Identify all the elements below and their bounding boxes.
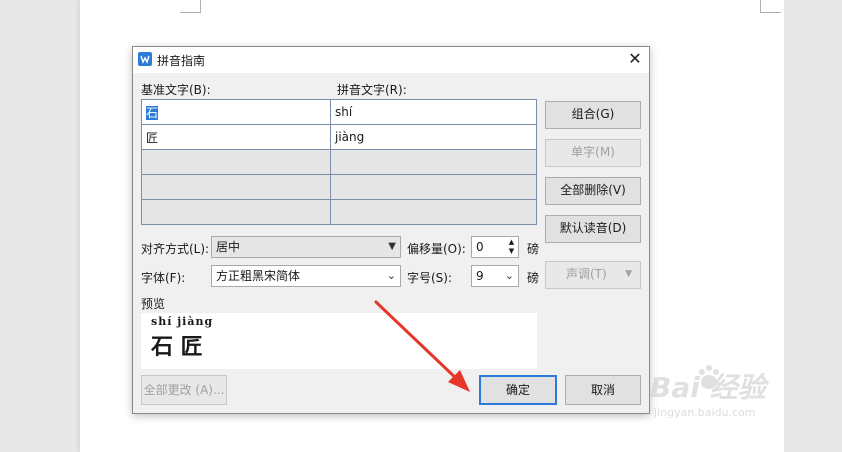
- size-value: 9: [476, 269, 484, 283]
- chevron-down-icon: ⌄: [386, 269, 396, 282]
- watermark-url: jingyan.baidu.com: [654, 406, 756, 419]
- base-text-label: 基准文字(B):: [141, 83, 211, 97]
- font-select[interactable]: 方正粗黑宋简体 ⌄: [211, 265, 401, 287]
- table-row: [141, 149, 537, 175]
- alignment-label: 对齐方式(L):: [141, 242, 210, 256]
- baidu-watermark: Bai 经验 jingyan.baidu.com: [650, 358, 800, 438]
- base-cell: [141, 174, 331, 200]
- table-row: [141, 174, 537, 200]
- base-cell: [141, 199, 331, 225]
- offset-value: 0: [476, 240, 484, 254]
- base-cell[interactable]: 石: [141, 99, 331, 125]
- default-reading-button[interactable]: 默认读音(D): [545, 215, 641, 243]
- group-button[interactable]: 组合(G): [545, 101, 641, 129]
- preview-base: 石 匠: [151, 335, 203, 360]
- offset-stepper[interactable]: 0 ▲ ▼: [471, 236, 519, 258]
- dialog-title: 拼音指南: [157, 54, 206, 68]
- base-cell: [141, 149, 331, 175]
- clear-all-button[interactable]: 全部删除(V): [545, 177, 641, 205]
- crop-mark-right: [760, 0, 781, 13]
- ruby-text-label: 拼音文字(R):: [337, 83, 407, 97]
- wps-logo-icon: [138, 52, 152, 66]
- preview-label: 预览: [141, 297, 166, 311]
- offset-label: 偏移量(O):: [407, 242, 466, 256]
- size-label: 字号(S):: [407, 271, 453, 285]
- tone-button-label: 声调(T): [566, 267, 607, 281]
- chevron-down-icon: ▼: [625, 269, 632, 279]
- preview-ruby: shí jiàng: [151, 315, 214, 328]
- ruby-cell: [330, 174, 537, 200]
- ok-button[interactable]: 确定: [479, 375, 557, 405]
- text-grid: 石 shí 匠 jiàng: [141, 99, 537, 225]
- ruby-cell[interactable]: shí: [330, 99, 537, 125]
- cancel-button[interactable]: 取消: [565, 375, 641, 405]
- tone-button[interactable]: 声调(T) ▼: [545, 261, 641, 289]
- offset-unit: 磅: [527, 242, 540, 256]
- table-row: 石 shí: [141, 99, 537, 125]
- crop-mark-left: [180, 0, 201, 13]
- base-cell[interactable]: 匠: [141, 124, 331, 150]
- mono-button[interactable]: 单字(M): [545, 139, 641, 167]
- alignment-value: 居中: [216, 240, 241, 254]
- ruby-cell: [330, 149, 537, 175]
- apply-all-button[interactable]: 全部更改 (A)...: [141, 375, 227, 405]
- ruby-cell[interactable]: jiàng: [330, 124, 537, 150]
- annotation-arrow: [374, 300, 470, 392]
- table-row: 匠 jiàng: [141, 124, 537, 150]
- size-select[interactable]: 9 ⌄: [471, 265, 519, 287]
- spinner-icon[interactable]: ▲ ▼: [506, 238, 517, 256]
- close-icon[interactable]: ✕: [625, 51, 645, 71]
- font-value: 方正粗黑宋简体: [216, 269, 301, 283]
- chevron-down-icon: ▼: [388, 241, 396, 252]
- ruby-cell: [330, 199, 537, 225]
- size-unit: 磅: [527, 271, 540, 285]
- alignment-select[interactable]: 居中 ▼: [211, 236, 401, 258]
- font-label: 字体(F):: [141, 271, 186, 285]
- table-row: [141, 199, 537, 225]
- title-bar: 拼音指南 ✕: [133, 47, 649, 73]
- paw-icon: [696, 364, 722, 394]
- chevron-down-icon: ⌄: [504, 269, 514, 282]
